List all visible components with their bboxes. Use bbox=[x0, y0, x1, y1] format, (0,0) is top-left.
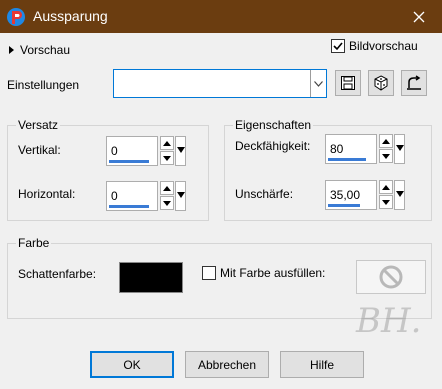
arrow-up-icon bbox=[382, 138, 390, 144]
arrow-up-icon bbox=[163, 140, 171, 146]
dice-icon bbox=[374, 75, 388, 91]
horizontal-label: Horizontal: bbox=[18, 187, 76, 201]
arrow-down-icon bbox=[382, 153, 390, 159]
arrow-down-icon bbox=[382, 199, 390, 205]
vertical-spinner[interactable]: 0 bbox=[106, 136, 186, 166]
vertical-arrows bbox=[160, 136, 174, 166]
paintshop-app-icon bbox=[7, 8, 25, 26]
triangle-down-icon bbox=[395, 145, 404, 151]
vertical-down-button[interactable] bbox=[160, 151, 174, 165]
no-color-icon bbox=[379, 265, 403, 289]
arrow-down-icon bbox=[163, 155, 171, 161]
help-button[interactable]: Hilfe bbox=[280, 351, 364, 378]
fill-color-button[interactable] bbox=[356, 260, 426, 294]
horizontal-up-button[interactable] bbox=[160, 181, 174, 195]
opacity-down-button[interactable] bbox=[379, 149, 393, 163]
opacity-label: Deckfähigkeit: bbox=[235, 139, 311, 153]
close-icon bbox=[413, 11, 425, 22]
opacity-up-button[interactable] bbox=[379, 134, 393, 148]
blur-slider-dropdown[interactable] bbox=[394, 180, 405, 210]
randomize-button[interactable] bbox=[368, 70, 394, 96]
opacity-slider-bar[interactable] bbox=[328, 158, 366, 161]
blur-slider-bar[interactable] bbox=[328, 204, 360, 207]
window-title: Aussparung bbox=[33, 8, 108, 24]
arrow-up-icon bbox=[382, 184, 390, 190]
vertical-up-button[interactable] bbox=[160, 136, 174, 150]
triangle-down-icon bbox=[176, 147, 185, 153]
save-preset-button[interactable] bbox=[335, 70, 361, 96]
opacity-slider-dropdown[interactable] bbox=[394, 134, 405, 164]
blur-input[interactable]: 35,00 bbox=[325, 180, 377, 210]
blur-up-button[interactable] bbox=[379, 180, 393, 194]
close-button[interactable] bbox=[396, 0, 442, 33]
offset-legend: Versatz bbox=[18, 118, 59, 132]
settings-combobox[interactable] bbox=[113, 69, 327, 98]
horizontal-spinner[interactable]: 0 bbox=[106, 181, 186, 211]
triangle-down-icon bbox=[176, 192, 185, 198]
blur-spinner[interactable]: 35,00 bbox=[325, 180, 405, 210]
opacity-arrows bbox=[379, 134, 393, 164]
color-legend: Farbe bbox=[18, 236, 50, 250]
shadow-color-label: Schattenfarbe: bbox=[18, 267, 97, 281]
chevron-down-icon bbox=[314, 80, 323, 87]
image-preview-checkbox-wrap[interactable]: Bildvorschau bbox=[331, 39, 418, 53]
vertical-value: 0 bbox=[111, 144, 118, 158]
opacity-input[interactable]: 80 bbox=[325, 134, 377, 164]
fill-color-checkbox-wrap[interactable]: Mit Farbe ausfüllen: bbox=[202, 266, 325, 280]
preview-toggle[interactable]: Vorschau bbox=[9, 43, 70, 57]
image-preview-label: Bildvorschau bbox=[349, 39, 418, 53]
horizontal-arrows bbox=[160, 181, 174, 211]
horizontal-slider-dropdown[interactable] bbox=[175, 181, 186, 211]
blur-arrows bbox=[379, 180, 393, 210]
reset-arrow-icon bbox=[407, 75, 421, 90]
arrow-up-icon bbox=[163, 185, 171, 191]
title-bar: Aussparung bbox=[0, 0, 442, 33]
triangle-down-icon bbox=[395, 191, 404, 197]
arrow-down-icon bbox=[163, 200, 171, 206]
save-icon bbox=[341, 76, 355, 90]
reset-button[interactable] bbox=[401, 70, 427, 96]
vertical-slider-dropdown[interactable] bbox=[175, 136, 186, 166]
opacity-value: 80 bbox=[330, 142, 344, 156]
settings-dropdown-arrow[interactable] bbox=[310, 70, 326, 97]
shadow-color-swatch[interactable] bbox=[119, 262, 183, 293]
blur-label: Unschärfe: bbox=[235, 187, 294, 201]
cancel-button[interactable]: Abbrechen bbox=[185, 351, 269, 378]
vertical-input[interactable]: 0 bbox=[106, 136, 158, 166]
ok-button[interactable]: OK bbox=[90, 351, 174, 378]
dialog-client-area: Vorschau Bildvorschau Einstellungen Vers… bbox=[0, 33, 442, 389]
fill-color-checkbox[interactable] bbox=[202, 266, 216, 280]
blur-down-button[interactable] bbox=[379, 195, 393, 209]
vertical-label: Vertikal: bbox=[18, 143, 61, 157]
blur-value: 35,00 bbox=[330, 188, 361, 202]
horizontal-input[interactable]: 0 bbox=[106, 181, 158, 211]
settings-label: Einstellungen bbox=[7, 78, 80, 92]
signature-watermark: BH. bbox=[356, 301, 422, 341]
horizontal-down-button[interactable] bbox=[160, 196, 174, 210]
preview-label: Vorschau bbox=[20, 43, 71, 57]
vertical-slider-bar[interactable] bbox=[109, 160, 149, 163]
fill-color-label: Mit Farbe ausfüllen: bbox=[220, 266, 326, 280]
expand-triangle-icon bbox=[9, 46, 14, 54]
horizontal-slider-bar[interactable] bbox=[109, 205, 149, 208]
properties-legend: Eigenschaften bbox=[235, 118, 312, 132]
opacity-spinner[interactable]: 80 bbox=[325, 134, 405, 164]
horizontal-value: 0 bbox=[111, 189, 118, 203]
image-preview-checkbox[interactable] bbox=[331, 39, 345, 53]
checkmark-icon bbox=[333, 42, 343, 51]
